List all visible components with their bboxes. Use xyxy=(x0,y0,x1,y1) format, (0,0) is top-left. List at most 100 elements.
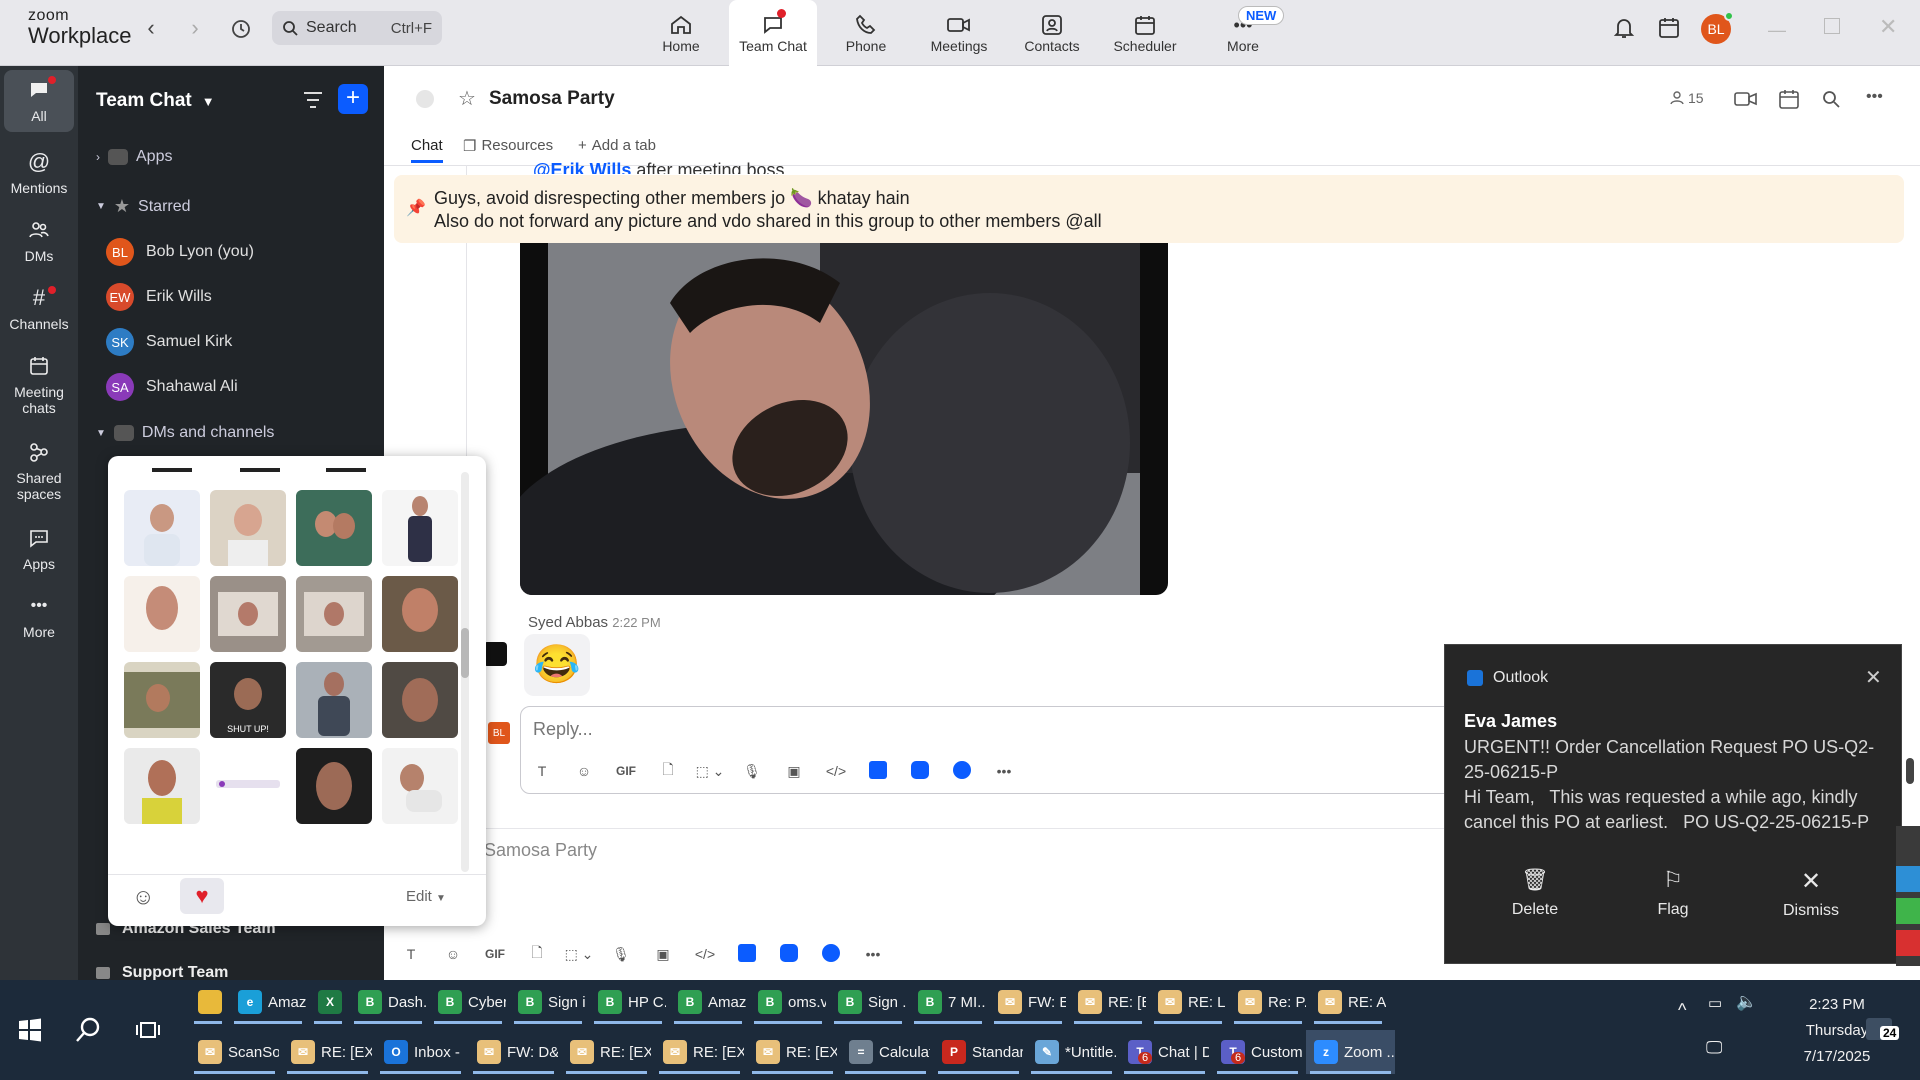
rail-item-meeting-chats[interactable]: Meeting chats xyxy=(0,352,78,416)
file-icon[interactable]: 🗋 xyxy=(647,759,689,783)
edit-button[interactable]: Edit ▼ xyxy=(406,888,446,905)
reply-box[interactable]: Reply... T ☺ GIF 🗋 ⬚ ⌄ 🎙 ▣ </> ••• xyxy=(520,706,1460,794)
video-call-icon[interactable] xyxy=(1734,90,1758,113)
taskbar-app-button[interactable]: ✉ Re: P... xyxy=(1230,980,1306,1024)
taskbar-app-button[interactable] xyxy=(190,980,226,1024)
contact-samuel-kirk[interactable]: SK Samuel Kirk xyxy=(106,328,232,356)
network-icon[interactable]: 🖵 xyxy=(1706,1038,1722,1058)
taskbar-app-button[interactable]: ✉ RE: [E... xyxy=(1070,980,1146,1024)
sticker-item[interactable] xyxy=(124,576,200,652)
taskbar-app-button[interactable]: ✉ RE: La... xyxy=(1150,980,1226,1024)
rail-item-more[interactable]: ••• More xyxy=(0,592,78,640)
sticker-item[interactable] xyxy=(210,748,286,824)
dms-channels-section[interactable]: ▼ DMs and channels xyxy=(96,424,274,442)
rail-item-mentions[interactable]: @ Mentions xyxy=(0,148,78,196)
search-icon[interactable] xyxy=(1822,90,1840,113)
taskbar-app-button[interactable]: T6Custom... xyxy=(1213,1030,1302,1074)
tab-contacts[interactable]: Contacts xyxy=(1008,0,1096,66)
taskbar-app-button[interactable]: ✉ FW: D&... xyxy=(469,1030,558,1074)
taskbar-app-button[interactable]: ✉ RE: [EX... xyxy=(562,1030,651,1074)
starred-section[interactable]: ▼ ★ Starred xyxy=(96,196,191,217)
apps-section[interactable]: › Apps xyxy=(96,148,172,166)
tab-home[interactable]: Home xyxy=(637,0,725,66)
pinned-message[interactable]: 📌 Guys, avoid disrespecting other member… xyxy=(394,175,1904,243)
rail-item-dms[interactable]: DMs xyxy=(0,216,78,264)
taskbar-app-button[interactable]: T6Chat | D... xyxy=(1120,1030,1209,1074)
app-icon-3[interactable] xyxy=(810,943,852,965)
close-window-button[interactable]: ✕ xyxy=(1879,14,1897,40)
app-icon-2[interactable] xyxy=(768,943,810,965)
sticker-item[interactable] xyxy=(296,662,372,738)
taskbar-app-button[interactable]: ✉ RE: A... xyxy=(1310,980,1386,1024)
screenshot-icon[interactable]: ⬚ ⌄ xyxy=(689,763,731,780)
tab-chat[interactable]: Chat xyxy=(411,137,443,154)
author-name[interactable]: Syed Abbas xyxy=(528,614,608,631)
bell-icon[interactable] xyxy=(1613,16,1635,45)
sticker-item[interactable] xyxy=(382,748,458,824)
taskbar-app-button[interactable]: Boms.v... xyxy=(750,980,826,1024)
text-format-icon[interactable]: T xyxy=(390,946,432,962)
taskbar-app-button[interactable]: X xyxy=(310,980,346,1024)
history-icon[interactable] xyxy=(226,14,256,44)
sticker-item[interactable]: SHUT UP! xyxy=(210,662,286,738)
contact-erik-wills[interactable]: EW Erik Wills xyxy=(106,283,212,311)
volume-icon[interactable]: 🔈 xyxy=(1736,992,1757,1012)
rail-item-all[interactable]: All xyxy=(4,70,74,132)
taskbar-app-button[interactable]: B Cyber... xyxy=(430,980,506,1024)
video-message-icon[interactable]: ▣ xyxy=(642,946,684,963)
back-arrow-icon[interactable]: ‹ xyxy=(136,14,166,44)
taskbar-app-button[interactable]: = Calculat... xyxy=(841,1030,930,1074)
taskbar-app-button[interactable]: B Amaz... xyxy=(670,980,746,1024)
delete-button[interactable]: 🗑 Delete xyxy=(1475,867,1595,919)
maximize-button[interactable] xyxy=(1824,18,1840,34)
mic-icon[interactable]: 🎙 xyxy=(731,763,773,780)
emoji-icon[interactable]: ☺ xyxy=(432,946,474,962)
rail-item-shared-spaces[interactable]: Shared spaces xyxy=(0,438,78,502)
video-message-icon[interactable]: ▣ xyxy=(773,763,815,780)
taskbar-app-button[interactable]: B 7 MI... xyxy=(910,980,986,1024)
members-count[interactable]: 15 xyxy=(1670,90,1704,106)
picker-scrollbar[interactable] xyxy=(461,472,469,872)
task-view-icon[interactable] xyxy=(136,1020,160,1045)
text-format-icon[interactable]: T xyxy=(521,763,563,779)
tab-phone[interactable]: Phone xyxy=(822,0,910,66)
file-icon[interactable]: 🗋 xyxy=(516,942,558,966)
taskbar-app-button[interactable]: ✉ FW: E... xyxy=(990,980,1066,1024)
calendar-badge-icon[interactable] xyxy=(1658,16,1680,45)
taskbar-app-button[interactable]: B HP C... xyxy=(590,980,666,1024)
app-icon-1[interactable] xyxy=(857,760,899,782)
taskbar-app-button[interactable]: ✉ RE: [EX... xyxy=(283,1030,372,1074)
taskbar-app-button[interactable]: B Sign i... xyxy=(510,980,586,1024)
tab-team-chat[interactable]: Team Chat xyxy=(729,0,817,66)
chevron-up-icon[interactable]: ^ xyxy=(1678,1000,1686,1021)
minimize-button[interactable]: — xyxy=(1768,20,1786,41)
flag-button[interactable]: ⚐ Flag xyxy=(1613,867,1733,919)
tab-meetings[interactable]: Meetings xyxy=(915,0,1003,66)
forward-arrow-icon[interactable]: › xyxy=(180,14,210,44)
panel-title[interactable]: Team Chat ▼ xyxy=(96,90,215,112)
video-attachment[interactable] xyxy=(520,243,1168,595)
filter-icon[interactable] xyxy=(302,90,324,115)
taskbar-app-button[interactable]: ✉ RE: [EX... xyxy=(655,1030,744,1074)
rail-item-apps[interactable]: Apps xyxy=(0,524,78,572)
star-outline-icon[interactable]: ☆ xyxy=(458,86,476,111)
taskbar-app-button[interactable]: B Dash... xyxy=(350,980,426,1024)
taskbar-app-button[interactable]: O Inbox - ... xyxy=(376,1030,465,1074)
new-chat-button[interactable]: + xyxy=(338,84,368,114)
mention[interactable]: @Erik Wills xyxy=(533,160,631,174)
screenshot-icon[interactable]: ⬚ ⌄ xyxy=(558,946,600,963)
compose-input[interactable]: Samosa Party xyxy=(484,840,597,861)
search-input[interactable]: Search Ctrl+F xyxy=(272,11,442,45)
rail-item-channels[interactable]: # Channels xyxy=(0,284,78,332)
app-icon-1[interactable] xyxy=(726,943,768,965)
heart-tab-icon[interactable]: ♥ xyxy=(180,878,224,914)
code-icon[interactable]: </> xyxy=(684,946,726,962)
taskbar-app-button[interactable]: ✉ ScanSo... xyxy=(190,1030,279,1074)
sticker-item[interactable] xyxy=(382,576,458,652)
sticker-item[interactable] xyxy=(296,748,372,824)
battery-icon[interactable]: ▭ xyxy=(1708,994,1722,1012)
taskbar-app-button[interactable]: e Amaz... xyxy=(230,980,306,1024)
contact-shahawal-ali[interactable]: SA Shahawal Ali xyxy=(106,373,238,401)
add-tab-button[interactable]: + Add a tab xyxy=(578,137,656,154)
app-icon-3[interactable] xyxy=(941,760,983,782)
